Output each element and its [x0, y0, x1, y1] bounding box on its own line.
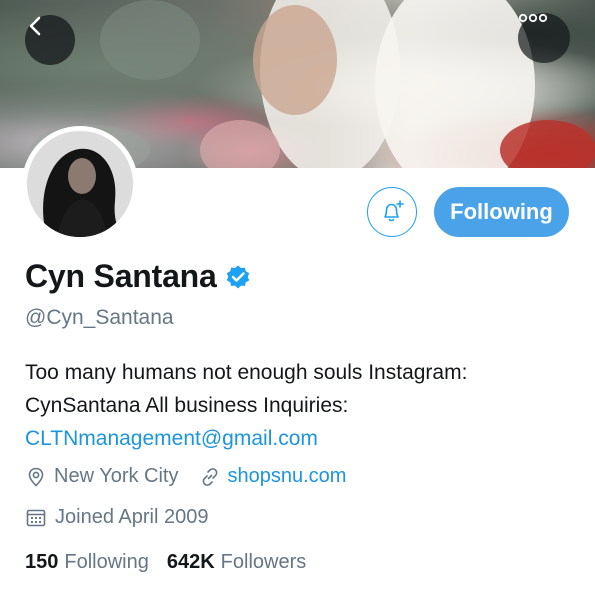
location-text: New York City: [54, 465, 179, 487]
profile-page: Following Cyn Santana @Cyn_Santana Too m…: [0, 0, 595, 589]
profile-name-row: Cyn Santana: [25, 258, 251, 295]
bio-text: Too many humans not enough souls Instagr…: [25, 361, 468, 417]
followers-label: Followers: [220, 551, 307, 573]
joined-text: Joined April 2009: [55, 506, 209, 528]
profile-name: Cyn Santana: [25, 258, 217, 294]
joined-date: Joined April 2009: [25, 506, 208, 529]
avatar-image: [27, 131, 133, 237]
more-dots-icon: [518, 13, 548, 23]
back-button[interactable]: [25, 15, 75, 65]
link-icon: [202, 467, 217, 486]
avatar-photo: [27, 131, 133, 237]
verified-badge-icon: [225, 264, 251, 290]
following-stat[interactable]: 150 Following: [25, 551, 149, 574]
profile-stats: 150 Following 642K Followers: [25, 551, 306, 574]
website[interactable]: shopsnu.com: [199, 465, 347, 488]
chevron-left-icon: [29, 16, 41, 36]
notifications-button[interactable]: [367, 187, 417, 237]
following-button-label: Following: [450, 199, 553, 224]
followers-count: 642K: [166, 551, 215, 573]
bio-email-link[interactable]: CLTNmanagement@gmail.com: [25, 427, 318, 450]
profile-meta-row: New York City shopsnu.com: [25, 465, 346, 488]
calendar-icon: [26, 509, 46, 526]
bell-plus-icon: [384, 200, 404, 222]
followers-stat[interactable]: 642K Followers: [167, 551, 306, 574]
profile-handle: @Cyn_Santana: [25, 306, 174, 329]
profile-avatar[interactable]: [22, 126, 138, 242]
following-count: 150: [25, 551, 59, 573]
profile-bio: Too many humans not enough souls Instagr…: [25, 356, 575, 455]
following-button[interactable]: Following: [434, 187, 569, 237]
location-pin-icon: [28, 467, 44, 487]
more-options-button[interactable]: [518, 13, 570, 63]
website-link[interactable]: shopsnu.com: [228, 465, 347, 488]
location: New York City: [25, 465, 179, 488]
following-label: Following: [64, 551, 149, 573]
